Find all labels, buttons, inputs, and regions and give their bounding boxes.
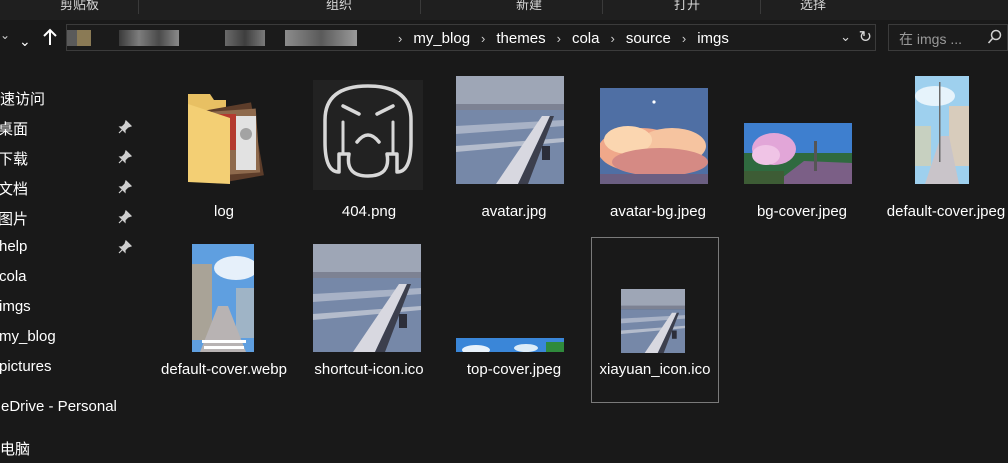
sidebar-item-pictures-lib[interactable]: 图片 (0, 202, 138, 232)
address-bar[interactable]: › my_blog › themes › cola › source › img… (66, 24, 876, 51)
image-thumbnail (456, 338, 564, 352)
file-item-log-folder[interactable]: log (160, 70, 288, 236)
sidebar-item-this-pc[interactable]: 此电脑 (0, 432, 138, 462)
image-thumbnail (600, 88, 708, 184)
sidebar-item-label: cola (0, 268, 27, 285)
sidebar-item-label: my_blog (0, 328, 56, 345)
sidebar-item-documents[interactable]: 文档 (0, 172, 138, 202)
image-thumbnail (456, 76, 564, 184)
breadcrumb-chevron-icon[interactable]: › (601, 31, 623, 46)
breadcrumb-cola[interactable]: cola (570, 30, 602, 47)
search-icon[interactable] (987, 29, 1003, 45)
ribbon-divider (138, 0, 139, 14)
file-name: avatar-bg.jpeg (610, 203, 706, 220)
image-thumbnail (313, 80, 423, 190)
blurred-path-segment (225, 30, 265, 46)
up-button[interactable] (43, 28, 57, 50)
history-chevron-down-icon[interactable]: ⌄ (19, 31, 31, 51)
file-item-xiayuan-icon-ico[interactable]: xiayuan_icon.ico (591, 237, 719, 403)
ribbon-group-select[interactable]: 选择 (800, 0, 826, 13)
image-thumbnail (313, 244, 421, 352)
file-grid: log 404.png avatar.jpg avatar-bg.jpeg bg… (138, 58, 1008, 463)
breadcrumb-source[interactable]: source (624, 30, 673, 47)
search-box[interactable]: 在 imgs ... (888, 24, 1008, 51)
sidebar-item-help[interactable]: help (0, 232, 138, 262)
blurred-path-segment (285, 30, 357, 46)
navigation-pane: 快速访问 桌面 下载 文档 图片 help cola imgs my_blog … (0, 70, 138, 463)
file-name: avatar.jpg (481, 203, 547, 220)
breadcrumb-themes[interactable]: themes (494, 30, 547, 47)
breadcrumb-chevron-icon[interactable]: › (389, 31, 411, 46)
sidebar-item-label: OneDrive - Personal (0, 398, 117, 415)
file-item-shortcut-icon-ico[interactable]: shortcut-icon.ico (305, 238, 433, 404)
file-item-avatar-bg-jpeg[interactable]: avatar-bg.jpeg (594, 70, 722, 236)
sidebar-item-desktop[interactable]: 桌面 (0, 112, 138, 142)
ribbon-divider (420, 0, 421, 14)
breadcrumb-imgs[interactable]: imgs (695, 30, 731, 47)
sidebar-item-pictures[interactable]: pictures (0, 352, 138, 382)
ribbon-divider (602, 0, 603, 14)
ribbon-group-clipboard[interactable]: 剪贴板 (60, 0, 99, 13)
arrow-up-icon (43, 28, 57, 45)
sidebar-item-imgs[interactable]: imgs (0, 292, 138, 322)
breadcrumb: › my_blog › themes › cola › source › img… (389, 25, 731, 52)
pin-icon[interactable] (118, 180, 132, 194)
file-name: shortcut-icon.ico (314, 361, 424, 378)
navigation-bar: ⌄ ⌄ › my_blog › themes › cola › source ›… (0, 20, 1008, 58)
file-name: default-cover.jpeg (886, 203, 1006, 220)
breadcrumb-chevron-icon[interactable]: › (472, 31, 494, 46)
blurred-path-segment (119, 30, 179, 46)
blurred-path-segment (77, 30, 91, 46)
pin-icon[interactable] (118, 210, 132, 224)
sidebar-item-label: 桌面 (0, 121, 29, 138)
ribbon-group-organize[interactable]: 组织 (326, 0, 352, 13)
sidebar-item-downloads[interactable]: 下载 (0, 142, 138, 172)
sidebar-item-label: imgs (0, 298, 31, 315)
file-name: default-cover.webp (161, 361, 287, 378)
file-item-404-png[interactable]: 404.png (305, 70, 433, 236)
sidebar-item-my-blog[interactable]: my_blog (0, 322, 138, 352)
sidebar-item-onedrive[interactable]: OneDrive - Personal (0, 392, 138, 422)
ribbon-group-open[interactable]: 打开 (674, 0, 700, 13)
refresh-icon[interactable]: ↻ (859, 27, 872, 47)
file-item-default-cover-jpeg[interactable]: default-cover.jpeg (882, 70, 1008, 236)
sidebar-item-label: 此电脑 (0, 441, 31, 458)
file-item-top-cover-jpeg[interactable]: top-cover.jpeg (450, 238, 578, 404)
ribbon: 剪贴板 组织 新建 打开 选择 (0, 0, 1008, 20)
breadcrumb-chevron-icon[interactable]: › (673, 31, 695, 46)
file-name: top-cover.jpeg (466, 361, 562, 378)
file-item-avatar-jpg[interactable]: avatar.jpg (450, 70, 578, 236)
ribbon-divider (760, 0, 761, 14)
file-item-bg-cover-jpeg[interactable]: bg-cover.jpeg (738, 70, 866, 236)
breadcrumb-chevron-icon[interactable]: › (548, 31, 570, 46)
file-name: bg-cover.jpeg (756, 203, 848, 220)
image-thumbnail (621, 289, 685, 353)
sidebar-item-label: 图片 (0, 211, 29, 228)
image-thumbnail (915, 76, 969, 184)
recent-locations-chevron-down-icon[interactable]: ⌄ (0, 28, 10, 42)
pin-icon[interactable] (118, 240, 132, 254)
sidebar-item-label: help (0, 238, 28, 255)
image-thumbnail (192, 244, 254, 352)
pin-icon[interactable] (118, 150, 132, 164)
sidebar-item-label: 快速访问 (0, 91, 46, 108)
pin-icon[interactable] (118, 120, 132, 134)
sidebar-item-cola[interactable]: cola (0, 262, 138, 292)
sidebar-item-label: 文档 (0, 181, 29, 198)
search-input[interactable]: 在 imgs ... (899, 29, 962, 49)
ribbon-group-new[interactable]: 新建 (516, 0, 542, 13)
folder-icon (188, 94, 264, 184)
address-history-chevron-down-icon[interactable]: ⌄ (840, 29, 851, 45)
image-thumbnail (744, 123, 852, 184)
sidebar-item-quick-access[interactable]: 快速访问 (0, 82, 138, 112)
file-name: 404.png (341, 203, 397, 220)
file-name: xiayuan_icon.ico (599, 361, 711, 378)
sidebar-item-label: pictures (0, 358, 52, 375)
blurred-path-segment (67, 30, 77, 46)
sidebar-item-label: 下载 (0, 151, 29, 168)
file-item-default-cover-webp[interactable]: default-cover.webp (160, 238, 288, 404)
breadcrumb-my-blog[interactable]: my_blog (411, 30, 472, 47)
file-name: log (213, 203, 235, 220)
